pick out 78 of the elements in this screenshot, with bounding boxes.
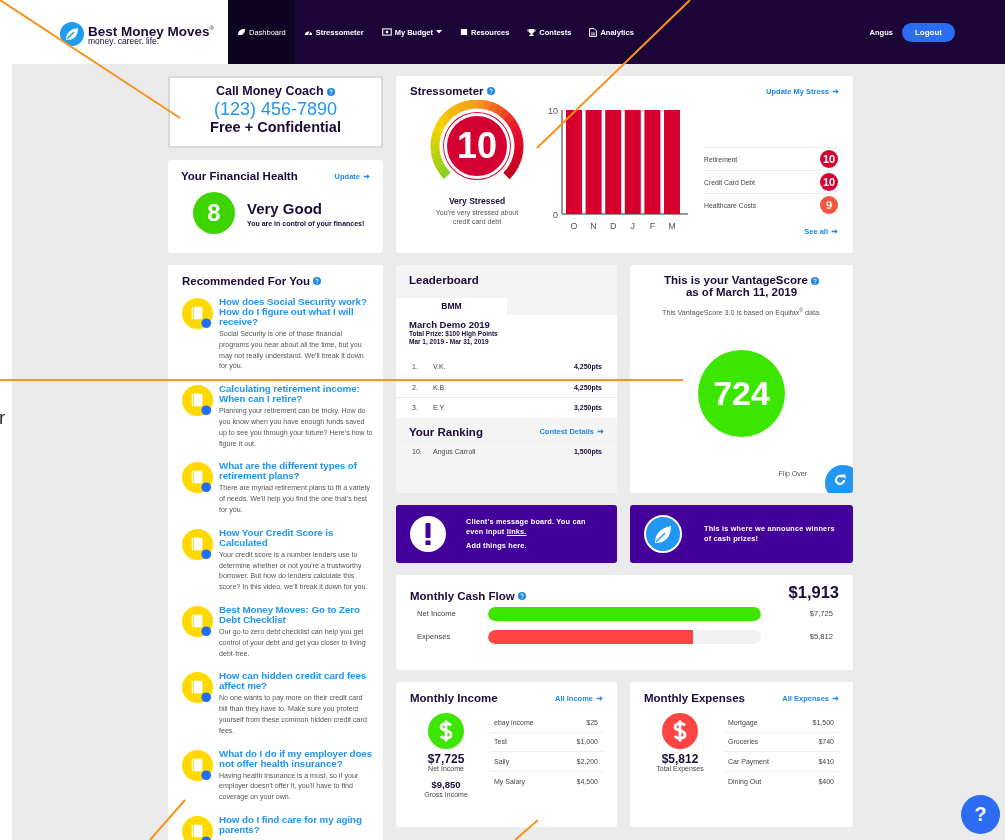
- card-title: Recommended For You: [182, 275, 310, 287]
- ranking-title: Your Ranking: [409, 425, 483, 438]
- arrow-right-icon: [832, 694, 839, 702]
- caret-icon: [436, 30, 442, 34]
- card-title: Monthly Expenses: [644, 692, 745, 704]
- article-link[interactable]: What are the different types of retirement plans?: [219, 461, 373, 482]
- article-link[interactable]: How Your Credit Score is Calculated: [219, 527, 373, 548]
- logo-icon[interactable]: [60, 22, 85, 46]
- arrow-right-icon: [363, 172, 370, 180]
- brand-name[interactable]: Best Money Moves$^{®}$: [88, 21, 214, 38]
- budget-amount: $5,812: [661, 753, 699, 765]
- card-title: Monthly Income: [410, 692, 498, 704]
- phone-link[interactable]: (123) 456-7890: [170, 99, 381, 118]
- card-title: This is your VantageScore: [664, 274, 808, 286]
- card-title: Leaderboard: [408, 274, 480, 288]
- article-icon[interactable]: [182, 815, 215, 840]
- refresh-icon: [832, 472, 848, 488]
- article-icon[interactable]: [182, 672, 215, 706]
- axis-label: J: [630, 221, 636, 231]
- axis-label: D: [609, 221, 617, 231]
- axis-label: N: [590, 221, 597, 231]
- help-icon[interactable]: [486, 87, 495, 95]
- leaf-icon: [644, 515, 682, 553]
- article-link[interactable]: Best Money Moves: Go to Zero Debt Checklist: [219, 604, 373, 625]
- credit-score: 724: [698, 350, 785, 438]
- contest-name: March Demo 2019: [408, 319, 491, 330]
- leaf-icon: [237, 28, 246, 36]
- card-title: Stressometer: [410, 85, 484, 97]
- axis-label: F: [649, 221, 656, 231]
- article-icon[interactable]: [182, 528, 215, 562]
- arrow-right-icon: [596, 694, 603, 702]
- contest-tab[interactable]: BMM: [396, 298, 507, 315]
- article-icon[interactable]: [182, 385, 215, 419]
- article-link[interactable]: How do I find care for my aging parents?: [219, 814, 373, 835]
- help-icon[interactable]: [811, 276, 819, 285]
- leader-line: [514, 819, 539, 840]
- article-link[interactable]: What do I do if my employer does not offer health insurance?: [219, 748, 373, 769]
- budget-amount: $7,725: [427, 753, 465, 765]
- cash-flow-total: $1,913: [788, 583, 839, 602]
- card-title: Your Financial Health: [181, 170, 298, 182]
- card-title: as of March 11, 2019: [685, 286, 798, 298]
- article-icon[interactable]: [182, 462, 215, 496]
- coach-note: Free + Confidential: [209, 119, 342, 134]
- axis-label: 10: [548, 106, 558, 116]
- logout-button[interactable]: Logout: [901, 22, 955, 42]
- health-score: 8: [193, 192, 235, 234]
- article-link[interactable]: How can hidden credit card fees affect me?: [219, 671, 373, 692]
- trophy-icon: [527, 28, 537, 36]
- document-icon: [589, 27, 598, 37]
- article-icon[interactable]: [182, 749, 215, 783]
- card-title: Monthly Cash Flow: [410, 589, 515, 602]
- edge-text: r: [0, 407, 6, 429]
- wallet-icon: [381, 28, 392, 36]
- help-icon[interactable]: [517, 591, 526, 600]
- arrow-right-icon: [597, 428, 604, 435]
- stress-badge: 9: [820, 196, 838, 214]
- article-link[interactable]: How does Social Security work? How do I figure out what I will receive?: [219, 297, 373, 327]
- article-icon[interactable]: [182, 605, 215, 639]
- budget-amount: $9,850: [431, 779, 461, 791]
- axis-label: M: [668, 221, 676, 231]
- book-icon: [460, 28, 468, 36]
- stress-status: Very Stressed: [447, 196, 507, 206]
- article-icon[interactable]: [182, 298, 215, 331]
- exclamation-icon: [410, 516, 446, 552]
- coach-title: Call Money Coach: [215, 84, 324, 98]
- stress-score: 10: [444, 113, 510, 179]
- help-icon[interactable]: [313, 277, 321, 285]
- article-link[interactable]: Calculating retirement income: When can I retire?: [219, 384, 373, 405]
- axis-label: O: [570, 221, 578, 231]
- axis-label: 0: [553, 210, 558, 220]
- brand-tagline: money. career. life.: [88, 37, 160, 47]
- stress-badge: 10: [820, 150, 838, 168]
- arrow-right-icon: [832, 87, 839, 95]
- leader-line: [149, 799, 186, 840]
- help-icon[interactable]: [327, 87, 336, 96]
- arrow-right-icon: [831, 228, 838, 235]
- stress-badge: 10: [820, 173, 838, 191]
- health-rating: Very Good: [247, 199, 324, 217]
